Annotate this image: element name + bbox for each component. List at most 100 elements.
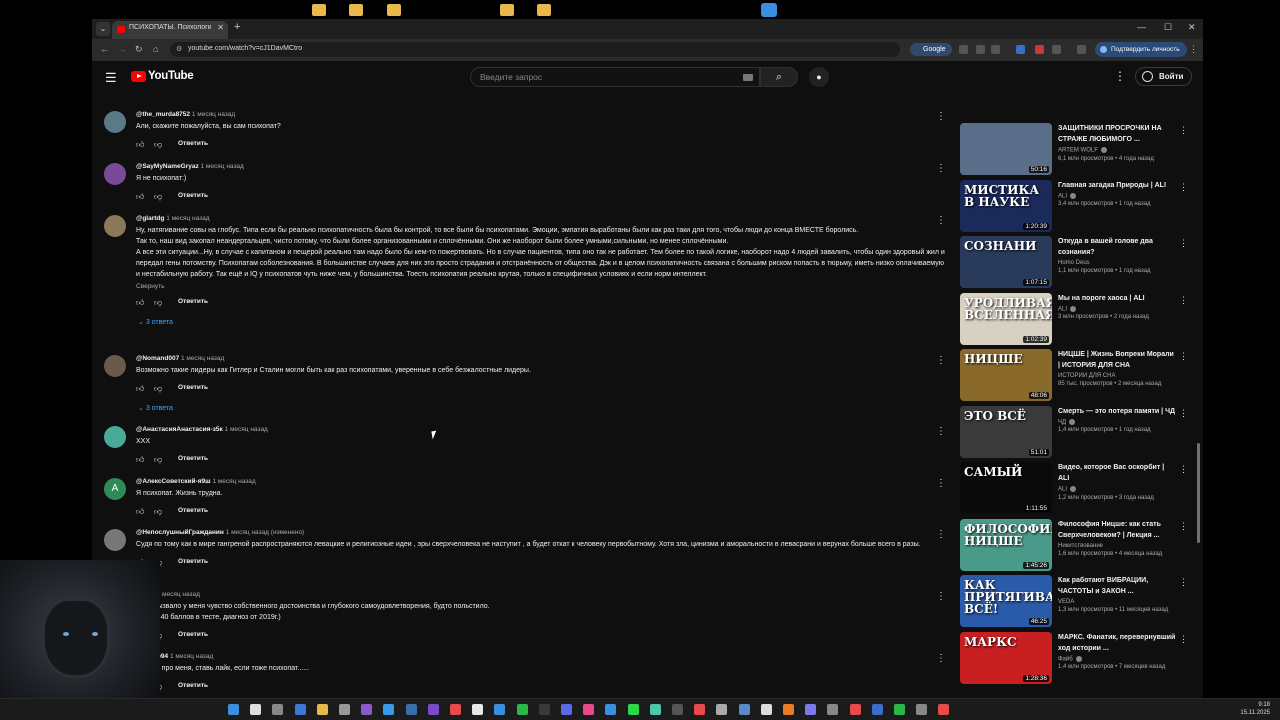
taskbar-app-icon[interactable]: [805, 704, 817, 715]
reload-icon[interactable]: ↻: [135, 44, 143, 55]
video-thumbnail[interactable]: САМЫЙ 1:11:55: [960, 462, 1052, 514]
video-more-icon[interactable]: ⋮: [1179, 351, 1188, 362]
comment-more-icon[interactable]: ⋮: [936, 478, 946, 489]
scrollbar-thumb[interactable]: [1197, 443, 1200, 543]
taskbar-app-icon[interactable]: [894, 704, 905, 715]
comment-more-icon[interactable]: ⋮: [936, 163, 946, 174]
video-thumbnail[interactable]: КАК ПРИТЯГИВАТЬ ВСЁ! 46:25: [960, 575, 1052, 627]
video-more-icon[interactable]: ⋮: [1179, 295, 1188, 306]
taskbar-app-icon[interactable]: [472, 704, 484, 715]
video-title[interactable]: Как работают ВИБРАЦИИ, ЧАСТОТЫ и ЗАКОН .…: [1058, 575, 1176, 597]
video-channel[interactable]: ALI: [1058, 486, 1176, 493]
video-title[interactable]: МАРКС. Фанатик, перевернувший ход истори…: [1058, 632, 1176, 654]
comment-more-icon[interactable]: ⋮: [936, 426, 946, 437]
video-title[interactable]: НИЦШЕ | Жизнь Вопреки Морали | ИСТОРИЯ Д…: [1058, 349, 1176, 371]
taskbar-app-icon[interactable]: [605, 704, 617, 715]
minimize-icon[interactable]: —: [1137, 22, 1146, 32]
taskbar-app-icon[interactable]: [672, 704, 683, 715]
tab-search-button[interactable]: ⌄: [96, 22, 110, 36]
thumbs-down-icon[interactable]: 👎︎: [154, 299, 162, 307]
recommended-video[interactable]: САМЫЙ 1:11:55 Видео, которое Вас оскорбит …: [960, 462, 1192, 516]
taskbar-app-icon[interactable]: [361, 704, 373, 715]
thumbs-down-icon[interactable]: 👎︎: [154, 141, 162, 149]
channel-name[interactable]: ЧД: [1058, 419, 1066, 425]
thumbs-down-icon[interactable]: 👎︎: [154, 385, 162, 393]
avatar[interactable]: [104, 215, 126, 237]
video-more-icon[interactable]: ⋮: [1179, 238, 1188, 249]
avatar[interactable]: [104, 355, 126, 377]
reply-button[interactable]: Ответить: [178, 682, 208, 689]
maximize-icon[interactable]: ☐: [1164, 22, 1172, 33]
thumbs-up-icon[interactable]: 👍︎: [136, 385, 144, 393]
install-icon[interactable]: [959, 45, 968, 54]
reply-button[interactable]: Ответить: [178, 384, 208, 391]
video-channel[interactable]: ИСТОРИИ ДЛЯ СНА: [1058, 373, 1176, 379]
channel-name[interactable]: ИСТОРИИ ДЛЯ СНА: [1058, 373, 1115, 379]
comment-time[interactable]: 1 месяц назад: [192, 111, 235, 118]
comment-more-icon[interactable]: ⋮: [936, 529, 946, 540]
keyboard-icon[interactable]: [743, 74, 753, 81]
video-title[interactable]: Философия Ницше: как стать Сверхчеловеко…: [1058, 519, 1176, 541]
channel-name[interactable]: Никитствование: [1058, 543, 1103, 549]
comment-author[interactable]: @АлексСоветский-я9ш: [136, 478, 211, 485]
folder-icon[interactable]: [387, 4, 401, 16]
taskbar-app-icon[interactable]: [561, 704, 572, 715]
video-channel[interactable]: ЧД: [1058, 418, 1176, 425]
channel-name[interactable]: Homo Deus: [1058, 260, 1090, 266]
reply-button[interactable]: Ответить: [178, 140, 208, 147]
comment-author[interactable]: @Nomand007: [136, 355, 179, 362]
thumbs-up-icon[interactable]: 👍︎: [136, 508, 144, 516]
scrollbar[interactable]: [1196, 93, 1201, 698]
reply-button[interactable]: Ответить: [178, 298, 208, 305]
video-thumbnail[interactable]: МАРКС 1:28:36: [960, 631, 1052, 684]
video-title[interactable]: ЗАЩИТНИКИ ПРОСРОЧКИ НА СТРАЖЕ ЛЮБИМОГО .…: [1058, 123, 1176, 145]
reply-button[interactable]: Ответить: [178, 455, 208, 462]
taskbar-app-icon[interactable]: [783, 704, 794, 715]
reply-button[interactable]: Ответить: [178, 192, 208, 199]
app-icon[interactable]: [761, 3, 777, 17]
video-channel[interactable]: VEDA: [1058, 599, 1176, 605]
taskbar-app-icon[interactable]: [316, 704, 328, 715]
video-title[interactable]: Главная загадка Природы | ALI: [1058, 180, 1176, 191]
home-icon[interactable]: ⌂: [153, 44, 158, 54]
reply-button[interactable]: Ответить: [178, 631, 208, 638]
recommended-video[interactable]: ФИЛОСОФИЯ НИЦШЕ 1:45:26 Философия Ницше: к…: [960, 518, 1192, 573]
taskbar-app-icon[interactable]: [450, 704, 461, 715]
taskbar-app-icon[interactable]: [849, 704, 861, 715]
taskbar-app-icon[interactable]: [250, 704, 262, 715]
comment-more-icon[interactable]: ⋮: [936, 653, 946, 664]
recommended-video[interactable]: СОЗНАНИ 1:07:15 Откуда в вашей голове два …: [960, 236, 1192, 290]
thumbs-down-icon[interactable]: 👎︎: [154, 193, 162, 201]
comment-author[interactable]: @НепослушныйГражданин: [136, 529, 224, 536]
taskbar-app-icon[interactable]: [294, 704, 306, 715]
folder-icon[interactable]: [500, 4, 514, 16]
taskbar-app-icon[interactable]: [538, 704, 550, 715]
taskbar-app-icon[interactable]: [427, 704, 439, 715]
taskbar-app-icon[interactable]: [871, 704, 883, 715]
video-more-icon[interactable]: ⋮: [1179, 408, 1188, 419]
reply-button[interactable]: Ответить: [178, 507, 208, 514]
new-tab-button[interactable]: +: [234, 21, 240, 33]
hamburger-menu-icon[interactable]: ☰: [105, 70, 117, 86]
comment-time[interactable]: 1 месяц назад (изменено): [226, 529, 305, 536]
video-more-icon[interactable]: ⋮: [1179, 577, 1188, 588]
taskbar-app-icon[interactable]: [649, 704, 661, 715]
channel-name[interactable]: VEDA: [1058, 599, 1074, 605]
folder-icon[interactable]: [349, 4, 363, 16]
media-icon[interactable]: [1077, 45, 1086, 54]
comment-time[interactable]: 1 месяц назад: [157, 591, 200, 598]
tab-active[interactable]: ПСИХОПАТЫ. Психология усп ✕: [112, 21, 228, 39]
extensions-puzzle-icon[interactable]: [1052, 45, 1061, 54]
zoom-icon[interactable]: [976, 45, 985, 54]
comment-author[interactable]: @АнастасияАнастасия-з5к: [136, 426, 223, 433]
address-bar[interactable]: ⚙ youtube.com/watch?v=cJ1DavMCtro: [170, 42, 900, 57]
search-button[interactable]: ⌕: [760, 67, 798, 87]
video-thumbnail[interactable]: ФИЛОСОФИЯ НИЦШЕ 1:45:26: [960, 518, 1052, 571]
video-channel[interactable]: ARTEM WOLF: [1058, 147, 1176, 154]
taskbar-app-icon[interactable]: [272, 704, 284, 715]
taskbar-app-icon[interactable]: [827, 704, 839, 715]
taskbar-app-icon[interactable]: [383, 704, 395, 715]
video-title[interactable]: Мы на пороге хаоса | ALI: [1058, 293, 1176, 304]
video-more-icon[interactable]: ⋮: [1179, 634, 1188, 645]
site-info-icon[interactable]: ⚙: [176, 45, 182, 53]
